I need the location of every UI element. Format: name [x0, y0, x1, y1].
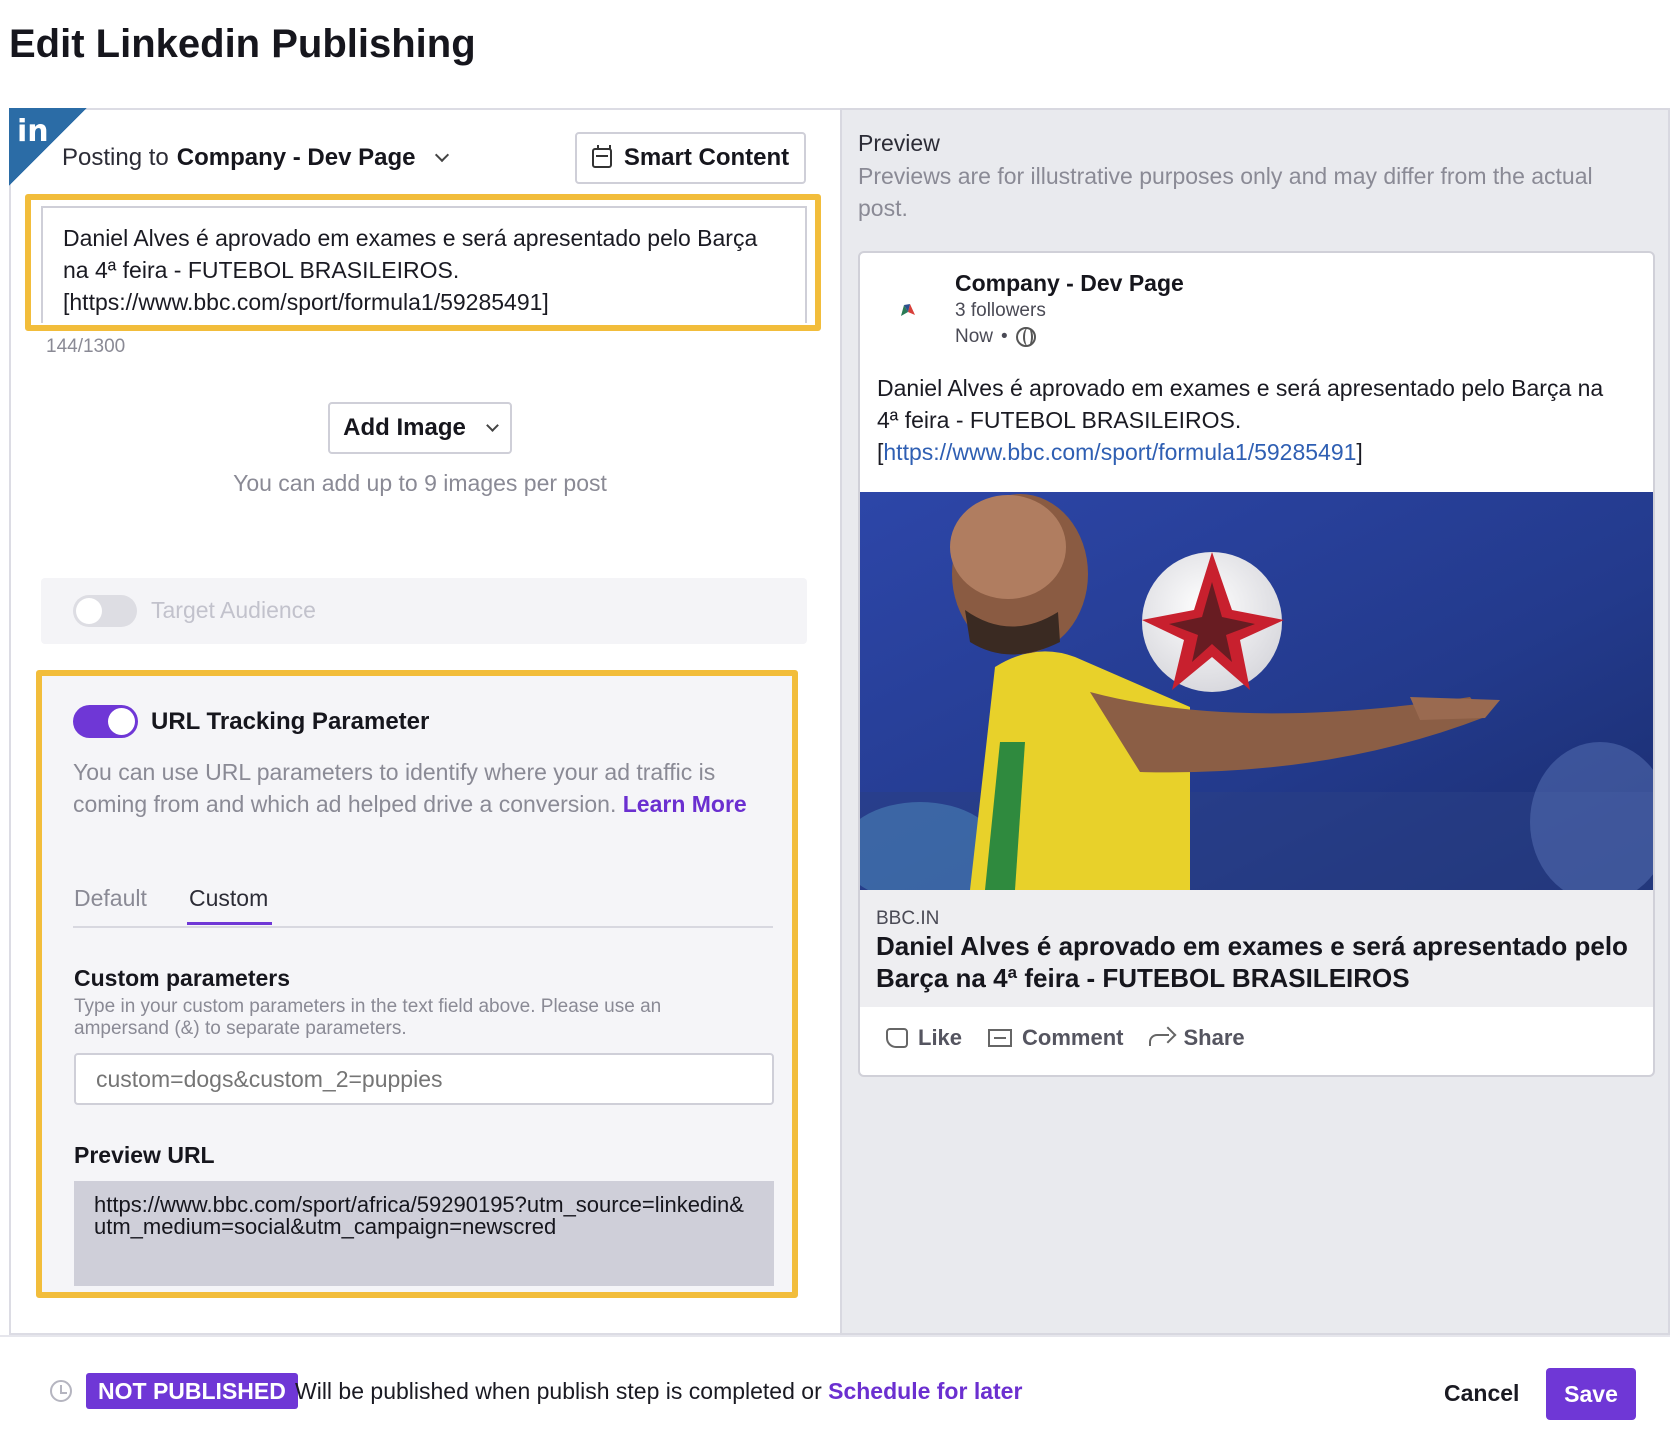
- preview-text-line: Daniel Alves é aprovado em exames e será…: [877, 375, 1604, 401]
- schedule-for-later-link[interactable]: Schedule for later: [828, 1378, 1022, 1404]
- share-icon: [1149, 1026, 1173, 1050]
- preview-post-text: Daniel Alves é aprovado em exames e será…: [877, 372, 1622, 468]
- tab-custom[interactable]: Custom: [189, 885, 268, 912]
- account-name: Company - Dev Page: [176, 144, 416, 171]
- publish-status: Will be published when publish step is c…: [295, 1378, 1022, 1405]
- like-action[interactable]: Like: [886, 1025, 962, 1051]
- add-image-label: Add Image: [343, 414, 466, 441]
- custom-parameters-hint: Type in your custom parameters in the te…: [74, 996, 662, 1039]
- custom-parameters-input[interactable]: [74, 1053, 774, 1105]
- company-logo-icon: [901, 304, 915, 316]
- posting-to-label: Posting to: [62, 144, 169, 171]
- target-audience-label: Target Audience: [151, 597, 316, 623]
- target-audience-toggle[interactable]: [73, 595, 137, 627]
- comment-icon: [988, 1029, 1013, 1047]
- tabs-divider: [73, 926, 773, 928]
- cancel-button[interactable]: Cancel: [1444, 1380, 1519, 1407]
- preview-followers: 3 followers: [955, 300, 1046, 321]
- toggle-knob: [76, 598, 102, 624]
- preview-note: Previews are for illustrative purposes o…: [858, 163, 1593, 221]
- post-actions: Like Comment Share: [886, 1025, 1245, 1051]
- comment-label: Comment: [1022, 1025, 1124, 1050]
- article-image: [860, 492, 1653, 890]
- thumbs-up-icon: [886, 1028, 908, 1048]
- status-badge: NOT PUBLISHED: [86, 1373, 298, 1409]
- share-action[interactable]: Share: [1149, 1025, 1245, 1051]
- share-label: Share: [1183, 1025, 1245, 1050]
- url-tracking-description-text: You can use URL parameters to identify w…: [73, 759, 716, 817]
- smart-content-button[interactable]: Smart Content: [575, 132, 806, 184]
- preview-url-title: Preview URL: [74, 1142, 215, 1168]
- post-text-line: na 4ª feira - FUTEBOL BRASILEIROS.: [63, 257, 460, 283]
- globe-icon: [1015, 327, 1036, 347]
- like-label: Like: [918, 1025, 963, 1050]
- chevron-down-icon: [485, 418, 499, 432]
- tab-default[interactable]: Default: [74, 885, 147, 912]
- page-title: Edit Linkedin Publishing: [9, 22, 476, 66]
- post-text-line: [https://www.bbc.com/sport/formula1/5928…: [63, 289, 549, 315]
- learn-more-link[interactable]: Learn More: [623, 791, 747, 817]
- preview-text-line: [https://www.bbc.com/sport/formula1/5928…: [877, 436, 1622, 468]
- url-tracking-description: You can use URL parameters to identify w…: [73, 756, 763, 820]
- preview-timestamp: Now •: [955, 326, 1036, 348]
- add-image-button[interactable]: Add Image: [328, 402, 512, 454]
- smart-content-label: Smart Content: [623, 144, 790, 171]
- linkedin-icon: in: [17, 114, 49, 149]
- account-selector[interactable]: Posting to Company - Dev Page: [62, 144, 450, 172]
- chevron-down-icon: [435, 147, 450, 163]
- post-text-line: Daniel Alves é aprovado em exames e será…: [63, 225, 758, 251]
- add-image-hint: You can add up to 9 images per post: [233, 470, 607, 496]
- publish-status-text: Will be published when publish step is c…: [295, 1378, 822, 1404]
- preview-label: Preview: [858, 130, 940, 156]
- calendar-icon: [591, 145, 612, 168]
- save-button[interactable]: Save: [1546, 1368, 1636, 1420]
- preview-url-value: https://www.bbc.com/sport/africa/5929019…: [74, 1181, 774, 1286]
- url-tracking-toggle[interactable]: [73, 705, 138, 738]
- active-tab-indicator: [187, 922, 272, 925]
- character-count: 144/1300: [46, 336, 126, 357]
- clock-icon: [50, 1380, 72, 1402]
- separator-dot: •: [1001, 326, 1008, 347]
- post-text-field[interactable]: Daniel Alves é aprovado em exames e será…: [41, 206, 807, 323]
- article-domain: BBC.IN: [876, 908, 940, 929]
- custom-parameters-title: Custom parameters: [74, 965, 291, 991]
- url-tracking-title: URL Tracking Parameter: [151, 708, 430, 735]
- preview-time: Now: [955, 326, 994, 347]
- preview-text-line: 4ª feira - FUTEBOL BRASILEIROS.: [877, 407, 1242, 433]
- preview-company-name: Company - Dev Page: [955, 270, 1184, 296]
- preview-post-link[interactable]: https://www.bbc.com/sport/formula1/59285…: [883, 439, 1356, 465]
- bracket-close: ]: [1356, 439, 1363, 465]
- toggle-knob: [108, 708, 135, 735]
- article-headline: Daniel Alves é aprovado em exames e será…: [876, 931, 1628, 993]
- comment-action[interactable]: Comment: [988, 1025, 1123, 1051]
